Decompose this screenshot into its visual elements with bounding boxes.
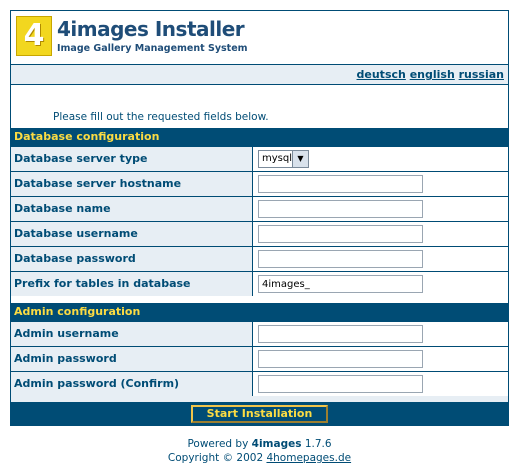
cell bbox=[253, 372, 508, 396]
homepage-link[interactable]: 4homepages.de bbox=[266, 452, 351, 464]
database-section-header: Database configuration bbox=[11, 128, 508, 146]
cell bbox=[253, 197, 508, 221]
row-db-password: Database password bbox=[11, 246, 508, 271]
powered-prefix: Powered by bbox=[187, 438, 249, 450]
db-hostname-label: Database server hostname bbox=[14, 177, 182, 190]
header: 4 4images Installer Image Gallery Manage… bbox=[11, 11, 508, 64]
copyright-text: Copyright © 2002 bbox=[167, 452, 264, 464]
chevron-down-icon[interactable]: ▼ bbox=[292, 151, 308, 167]
installer-frame: 4 4images Installer Image Gallery Manage… bbox=[10, 10, 509, 426]
db-name-input[interactable] bbox=[258, 200, 423, 218]
cell bbox=[253, 322, 508, 346]
cell bbox=[253, 247, 508, 271]
cell bbox=[253, 222, 508, 246]
copyright: Copyright © 2002 4homepages.de bbox=[0, 452, 519, 464]
powered-by: Powered by 4images 1.7.6 bbox=[0, 438, 519, 450]
cell bbox=[253, 272, 508, 296]
intro-text: Please fill out the requested fields bel… bbox=[53, 111, 269, 123]
row-admin-password-confirm: Admin password (Confirm) bbox=[11, 371, 508, 402]
logo-subtitle: Image Gallery Management System bbox=[57, 43, 248, 54]
lang-english-link[interactable]: english bbox=[410, 68, 455, 81]
table-prefix-input[interactable] bbox=[258, 275, 423, 293]
language-bar: deutsch english russian bbox=[11, 64, 508, 85]
db-type-value: mysql bbox=[262, 153, 292, 164]
admin-username-input[interactable] bbox=[258, 325, 423, 343]
row-table-prefix: Prefix for tables in database bbox=[11, 271, 508, 296]
lang-deutsch-link[interactable]: deutsch bbox=[357, 68, 406, 81]
admin-password-confirm-input[interactable] bbox=[258, 375, 423, 393]
product-name: 4images bbox=[251, 438, 302, 450]
db-hostname-input[interactable] bbox=[258, 175, 423, 193]
row-admin-password: Admin password bbox=[11, 346, 508, 371]
submit-bar: Start Installation bbox=[11, 402, 508, 425]
db-type-select[interactable]: mysql ▼ bbox=[258, 150, 309, 168]
row-admin-username: Admin username bbox=[11, 321, 508, 346]
admin-section-header: Admin configuration bbox=[11, 303, 508, 321]
db-username-input[interactable] bbox=[258, 225, 423, 243]
cell bbox=[253, 172, 508, 196]
logo-title: 4images Installer bbox=[57, 17, 245, 41]
start-installation-button[interactable]: Start Installation bbox=[191, 405, 328, 423]
db-username-label: Database username bbox=[14, 227, 138, 240]
admin-password-input[interactable] bbox=[258, 350, 423, 368]
row-db-username: Database username bbox=[11, 221, 508, 246]
db-type-label: Database server type bbox=[14, 152, 148, 165]
db-password-input[interactable] bbox=[258, 250, 423, 268]
row-db-type: Database server type mysql ▼ bbox=[11, 146, 508, 171]
lang-russian-link[interactable]: russian bbox=[459, 68, 504, 81]
table-prefix-label: Prefix for tables in database bbox=[14, 277, 191, 290]
admin-password-label: Admin password bbox=[14, 352, 117, 365]
cell: mysql ▼ bbox=[253, 147, 508, 171]
admin-username-label: Admin username bbox=[14, 327, 119, 340]
row-db-name: Database name bbox=[11, 196, 508, 221]
db-password-label: Database password bbox=[14, 252, 136, 265]
db-name-label: Database name bbox=[14, 202, 111, 215]
cell bbox=[253, 347, 508, 371]
admin-password-confirm-label: Admin password (Confirm) bbox=[14, 377, 180, 390]
logo-mark: 4 bbox=[16, 16, 52, 56]
product-version: 1.7.6 bbox=[304, 438, 332, 450]
row-db-hostname: Database server hostname bbox=[11, 171, 508, 196]
